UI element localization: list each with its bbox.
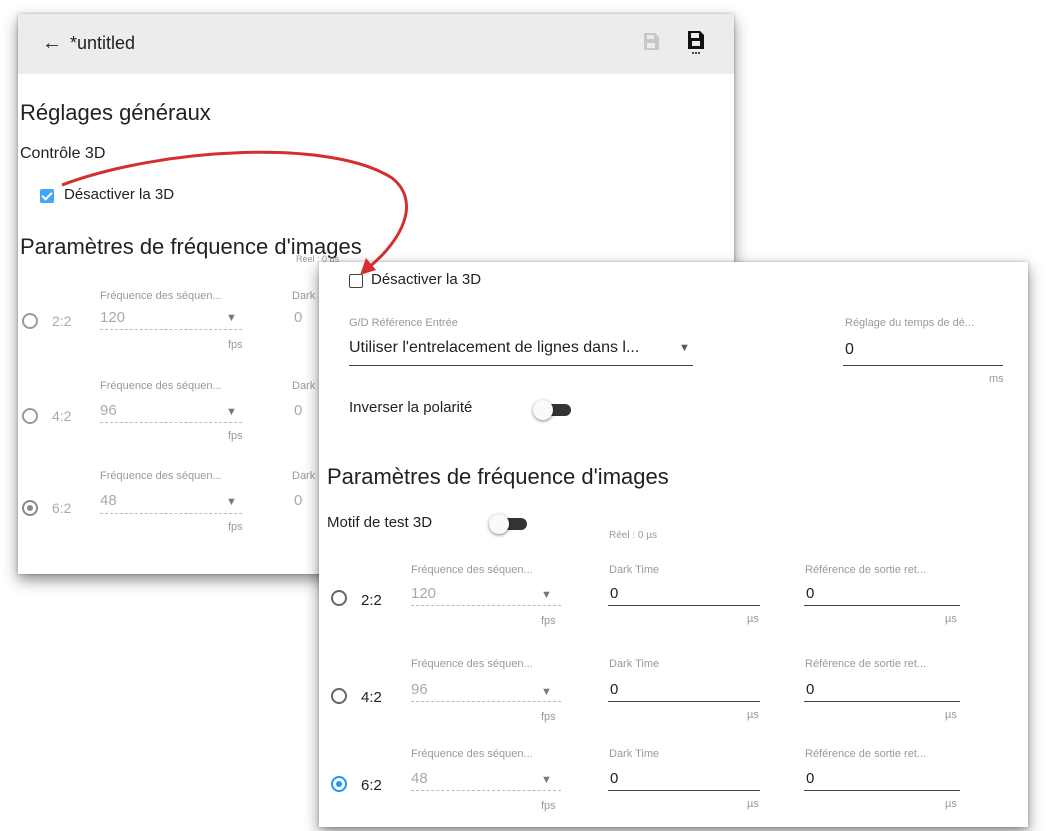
curved-arrow-annotation (61, 150, 408, 275)
